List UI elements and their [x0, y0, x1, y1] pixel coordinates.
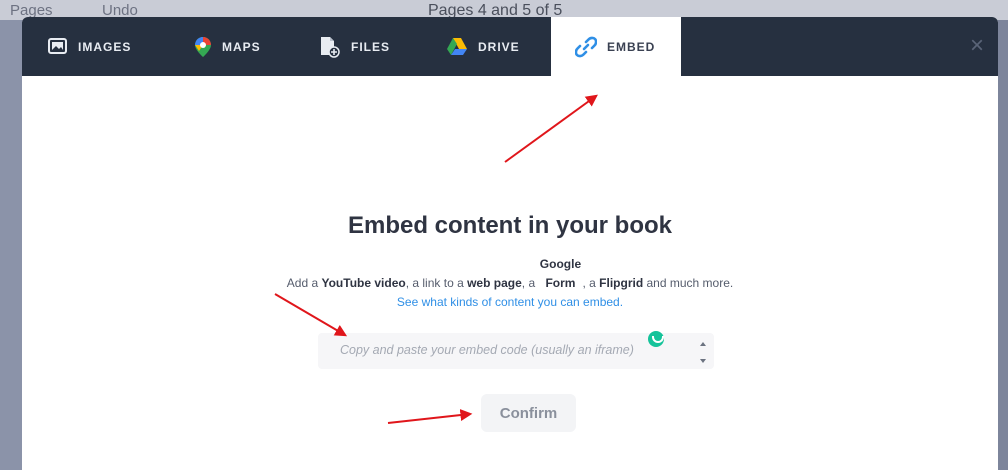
annotation-arrow-confirm	[387, 409, 473, 424]
annotation-arrow-embed-tab	[504, 94, 598, 163]
annotation-arrows	[274, 94, 598, 424]
annotation-arrow-input	[274, 293, 348, 337]
